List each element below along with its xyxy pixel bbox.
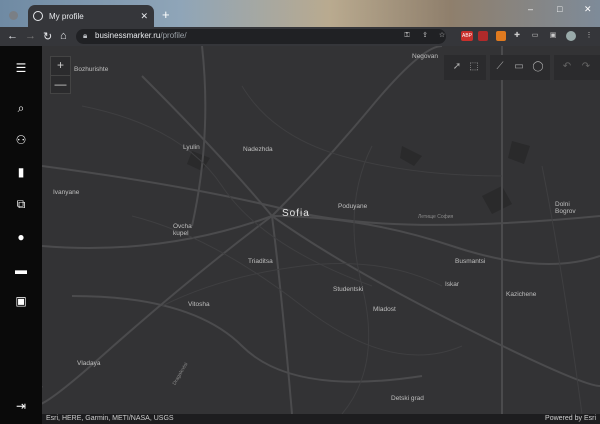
share-icon[interactable]: ⇪ xyxy=(420,31,430,41)
url-text: businessmarker.ru/profile/ xyxy=(95,31,187,40)
pointer-select-icon[interactable]: ➚ xyxy=(449,59,465,75)
address-bar[interactable]: 🔒︎ businessmarker.ru/profile/ xyxy=(76,29,446,44)
forward-icon[interactable]: → xyxy=(25,30,36,42)
label-vitosha: Vitosha xyxy=(188,301,210,308)
label-dolni-bogrov: Dolni Bogrov xyxy=(555,201,576,215)
zoom-out-button[interactable]: — xyxy=(51,76,70,94)
monitor-icon[interactable]: ▬ xyxy=(13,262,29,278)
label-detski-grad: Detski grad xyxy=(391,395,424,402)
cast-icon[interactable]: ▭ xyxy=(530,31,540,41)
draw-toolbar: ➚ ⬚ ⟋ ▭ ◯ ↶ ↷ xyxy=(444,55,600,80)
coin-icon[interactable]: ● xyxy=(13,229,29,245)
label-studentski: Studentski xyxy=(333,286,364,293)
window-dot-icon xyxy=(9,11,18,20)
minimize-button[interactable]: – xyxy=(528,4,533,14)
road xyxy=(271,215,293,414)
lock-icon: 🔒︎ xyxy=(83,31,88,40)
browser-toolbar: ← → ↻ ⌂ 🔒︎ businessmarker.ru/profile/ ⚿ … xyxy=(0,27,600,46)
label-ivanyane: Ivanyane xyxy=(53,189,80,196)
close-window-button[interactable]: ✕ xyxy=(584,4,592,15)
map-view[interactable]: Bozhurishte Negovan Lyulin Nadezhda Ivan… xyxy=(42,46,600,414)
key-icon[interactable]: ⚿ xyxy=(402,31,412,41)
label-poduyane: Poduyane xyxy=(338,203,368,210)
park-area xyxy=(400,146,422,166)
new-tab-button[interactable]: + xyxy=(162,7,170,22)
label-triaditsa: Triaditsa xyxy=(248,258,273,265)
profile-avatar[interactable] xyxy=(566,31,576,41)
logout-icon[interactable]: ⇥ xyxy=(13,398,29,414)
search-icon[interactable]: ⌕ xyxy=(13,100,29,116)
extensions-puzzle-icon[interactable]: ✚ xyxy=(512,31,522,41)
user-icon[interactable]: ⚇ xyxy=(13,132,29,148)
browser-tab-bar: My profile ✕ + – □ ✕ xyxy=(0,0,600,27)
reload-icon[interactable]: ↻ xyxy=(43,30,52,43)
label-iskar: Iskar xyxy=(445,281,460,288)
park-area xyxy=(187,151,210,171)
browser-menu-icon[interactable]: ⋮ xyxy=(584,31,594,41)
contact-card-icon[interactable]: ▣ xyxy=(13,293,29,309)
tab-title: My profile xyxy=(49,11,84,21)
star-icon[interactable]: ☆ xyxy=(437,31,447,41)
label-nadezhda: Nadezhda xyxy=(243,146,273,153)
park-area xyxy=(482,186,512,214)
label-mladost: Mladost xyxy=(373,306,396,313)
label-ovcha-kupel: Ovcha kupel xyxy=(173,223,192,237)
zoom-control: + — xyxy=(50,56,71,94)
road xyxy=(71,295,423,383)
attribution-text: Esri, HERE, Garmin, METI/NASA, USGS xyxy=(46,415,174,422)
label-busmantsi: Busmantsi xyxy=(455,258,486,265)
adblock-icon[interactable]: ABP xyxy=(461,31,473,41)
label-bozhurishte: Bozhurishte xyxy=(74,66,109,73)
powered-by-link[interactable]: Powered by Esri xyxy=(545,415,596,422)
road xyxy=(42,165,600,226)
extension-orange-icon[interactable] xyxy=(496,31,506,41)
road xyxy=(191,46,207,227)
label-negovan: Negovan xyxy=(412,53,439,60)
app-sidebar: ☰ ⌕ ⚇ ▮ ⧉ ● ▬ ▣ ⇥ xyxy=(0,46,42,424)
shape-tools-group: ⟋ ▭ ◯ xyxy=(490,55,550,80)
back-icon[interactable]: ← xyxy=(7,30,18,42)
map-attribution-bar: Esri, HERE, Garmin, METI/NASA, USGS Powe… xyxy=(42,414,600,424)
label-letishte: Летище София xyxy=(418,214,454,220)
extension-red-icon[interactable] xyxy=(478,31,488,41)
cube-icon[interactable]: ▮ xyxy=(13,164,29,180)
select-tools-group: ➚ ⬚ xyxy=(444,55,486,80)
rectangle-select-icon[interactable]: ⬚ xyxy=(466,59,482,75)
maximize-button[interactable]: □ xyxy=(557,4,562,14)
browser-tab[interactable]: My profile ✕ xyxy=(28,5,154,27)
polyline-icon[interactable]: ⟋ xyxy=(492,59,508,75)
rectangle-icon[interactable]: ▭ xyxy=(511,59,527,75)
undo-icon[interactable]: ↶ xyxy=(559,59,575,75)
layers-icon[interactable]: ⧉ xyxy=(13,196,29,212)
label-vladaya: Vladaya xyxy=(77,360,101,367)
globe-icon xyxy=(33,11,43,21)
map-roads xyxy=(42,46,600,414)
screenshot-icon[interactable]: ▣ xyxy=(548,31,558,41)
zoom-in-button[interactable]: + xyxy=(51,57,70,76)
label-lyulin: Lyulin xyxy=(183,144,200,151)
menu-icon[interactable]: ☰ xyxy=(13,60,29,76)
redo-icon[interactable]: ↷ xyxy=(578,59,594,75)
circle-icon[interactable]: ◯ xyxy=(530,59,546,75)
history-tools-group: ↶ ↷ xyxy=(554,55,600,80)
street xyxy=(241,85,503,177)
road xyxy=(271,215,600,265)
park-area xyxy=(508,141,530,164)
label-kazichene: Kazichene xyxy=(506,291,537,298)
label-sofia: Sofia xyxy=(282,208,310,219)
close-tab-icon[interactable]: ✕ xyxy=(140,11,148,22)
home-icon[interactable]: ⌂ xyxy=(60,30,67,42)
